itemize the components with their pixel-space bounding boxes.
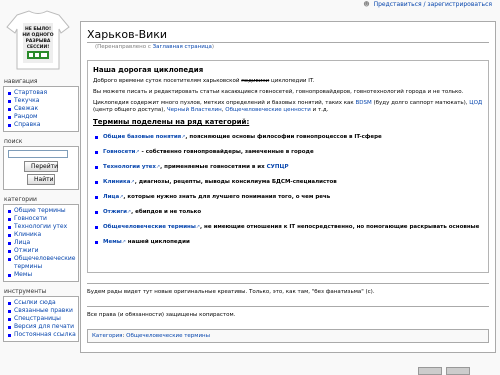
footer-badges [416,367,470,375]
intro-paragraph-3: Циклопедия содержит много пузлов, метких… [93,100,483,114]
page-footer [0,355,500,375]
logo-line1: НЕ БЫЛО! [25,26,51,32]
vlastelin-link[interactable]: Черный Властелин [167,107,222,113]
logo-line2: НИ ОДНОГО [22,32,53,38]
p3-text-e: и т.д. [310,107,329,113]
search-header: поиск [4,138,23,145]
p1-text: Доброго времени суток посетителям харько… [93,78,242,84]
intro-heading: Наша дорогая циклопедия [93,66,204,74]
category-link[interactable]: Лица [103,194,119,200]
category-list: Общие базовые понятия↗, поясняющие основ… [93,134,483,246]
nav-item-current[interactable]: Текучка [8,97,76,105]
sidebar-cat-clinic[interactable]: Клиника [8,231,76,239]
p1-strike: педивики [241,78,270,84]
tools-portlet: Ссылки сюда Связанные правки Спецстраниц… [3,296,79,342]
category-desc: , ебипдов и не только [131,209,202,215]
redirect-suffix: ) [211,44,215,50]
category-desc: , применяемые говносетями в их [160,164,267,170]
category-desc: , не имеющие отношения к IT непосредстве… [200,224,480,230]
search-input[interactable] [8,150,68,158]
intro-box: Наша дорогая циклопедия Доброго времени … [87,60,489,273]
list-item: Клиника↗, диагнозы, рецепты, выводы конс… [95,179,483,186]
category-desc: , диагнозы, рецепты, выводы консилиума Б… [134,179,337,185]
supcr-link[interactable]: СУПЦР [267,164,289,170]
sidebar-cat-general[interactable]: Общие термины [8,207,76,215]
divider [87,283,489,284]
site-logo[interactable]: НЕ БЫЛО! НИ ОДНОГО РАЗРЫВА СЕССИИ! [3,9,73,71]
category-link[interactable]: Мемы [103,239,122,245]
redirect-notice: (Перенаправлено с Заглавная страница) [95,44,489,50]
logo-line3: РАЗРЫВА [26,38,51,44]
catlinks-link[interactable]: Общечеловеческие термины [126,333,210,339]
page-title: Харьков-Вики [87,28,489,43]
counter-badge[interactable] [446,367,470,375]
category-desc: - собственно говнопровайдеры, замеченные… [139,149,314,155]
nav-item-recent[interactable]: Свежак [8,105,76,113]
obsch-link[interactable]: Общечеловеческие ценности [225,107,311,113]
list-item: Мемы↗ нашей циклопедии [95,239,483,246]
cod-link[interactable]: ЦОД [469,100,482,106]
tool-whatlinkshere[interactable]: Ссылки сюда [8,299,76,307]
content-area: Харьков-Вики (Перенаправлено с Заглавная… [80,21,496,353]
sidebar-cat-otzhigi[interactable]: Отжиги [8,247,76,255]
tool-related-changes[interactable]: Связанные правки [8,307,76,315]
categories-portlet: Общие термины Говносети Технологии утех … [3,204,79,282]
p1-after: циклопедии IT. [269,78,315,84]
category-link[interactable]: Технологии утех [103,164,156,170]
nav-item-start[interactable]: Стартовая [8,89,76,97]
divider [87,306,489,307]
category-desc: нашей циклопедии [125,239,190,245]
sidebar: навигация Стартовая Текучка Свежак Рандо… [3,78,79,342]
user-icon: ☻ [363,1,370,8]
category-link[interactable]: Говносети [103,149,135,155]
navigation-header: навигация [4,78,38,85]
list-item: Общечеловеческие термины↗, не имеющие от… [95,224,483,231]
list-item: Общие базовые понятия↗, поясняющие основ… [95,134,483,141]
intro-paragraph-1: Доброго времени суток посетителям харько… [93,78,483,85]
go-button[interactable]: Перейти [24,161,58,172]
list-item: Лица↗, которые нужно знать для лучшего п… [95,194,483,201]
search-portlet: Перейти Найти [3,146,79,190]
nav-item-random[interactable]: Рандом [8,113,76,121]
category-link[interactable]: Общечеловеческие термины [103,224,196,230]
category-link[interactable]: Общие базовые понятия [103,134,181,140]
sidebar-cat-persons[interactable]: Лица [8,239,76,247]
copyright-text: Все права (и обязанности) защищены копир… [87,312,236,318]
powered-by-badge[interactable] [418,367,443,375]
category-links: Категория: Общечеловеческие термины [87,329,489,343]
intro-paragraph-2: Вы можете писать и редактировать статьи … [93,89,464,95]
nav-item-help[interactable]: Справка [8,121,76,129]
categories-header: категории [4,196,37,203]
search-button[interactable]: Найти [27,174,55,185]
redirect-prefix: (Перенаправлено с [95,44,153,50]
category-desc: , которые нужно знать для лучшего понима… [123,194,331,200]
p3-text-a: Циклопедия содержит много пузлов, метких… [93,100,356,106]
sidebar-cat-technologies[interactable]: Технологии утех [8,223,76,231]
catlinks-prefix[interactable]: Категория [92,333,123,339]
tool-print-version[interactable]: Версия для печати [8,323,76,331]
login-link[interactable]: Представиться / зарегистрироваться [374,1,492,8]
sidebar-cat-memes[interactable]: Мемы [8,271,76,279]
tool-permanent-link[interactable]: Постоянная ссылка [8,331,76,339]
list-item: Отжиги↗, ебипдов и не только [95,209,483,216]
sidebar-cat-human[interactable]: Общечеловеческие термины [8,255,76,271]
p3-text-b: (буду долго саппорт матюкать), [371,100,470,106]
category-desc: , поясняющие основы философии говнопроце… [185,134,382,140]
creatives-text: Будем рады видет тут новые оригинальные … [87,289,375,295]
logo-line4: СЕССИИ! [27,44,50,50]
category-link[interactable]: Отжиги [103,209,127,215]
redirect-link[interactable]: Заглавная страница [153,44,212,50]
list-item: Говносети↗ - собственно говнопровайдеры,… [95,149,483,156]
list-item: Технологии утех↗, применяемые говносетям… [95,164,483,171]
p3-text-c: (центр общего доступа), [93,107,167,113]
navigation-portlet: Стартовая Текучка Свежак Рандом Справка [3,86,79,132]
personal-tools: ☻ Представиться / зарегистрироваться [363,1,492,8]
bdsm-link[interactable]: BDSM [355,100,371,106]
categories-heading: Термины поделены на ряд категорий: [93,118,250,126]
sidebar-cat-networks[interactable]: Говносети [8,215,76,223]
tool-special-pages[interactable]: Спецстраницы [8,315,76,323]
category-link[interactable]: Клиника [103,179,130,185]
tools-header: инструменты [4,288,47,295]
